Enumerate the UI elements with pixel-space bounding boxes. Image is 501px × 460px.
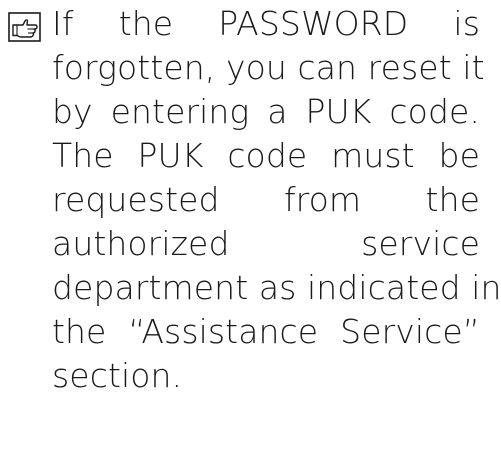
note-text: If the PASSWORD is forgotten, you can re…: [52, 2, 501, 398]
note-line: forgotten, you can reset it: [52, 48, 485, 87]
note-line: authorized service: [52, 224, 480, 263]
note-line: requested from the: [52, 180, 480, 219]
note-line: by entering a PUK code.: [52, 92, 480, 131]
note-line: section.: [52, 356, 183, 395]
note-line: the “Assistance Service”: [52, 312, 480, 351]
note-line: If the PASSWORD is: [52, 4, 480, 43]
note-line: department as indicated in: [52, 268, 501, 307]
note-block: If the PASSWORD is forgotten, you can re…: [0, 0, 501, 460]
pointing-hand-icon: [8, 12, 41, 42]
note-line: The PUK code must be: [52, 136, 480, 175]
